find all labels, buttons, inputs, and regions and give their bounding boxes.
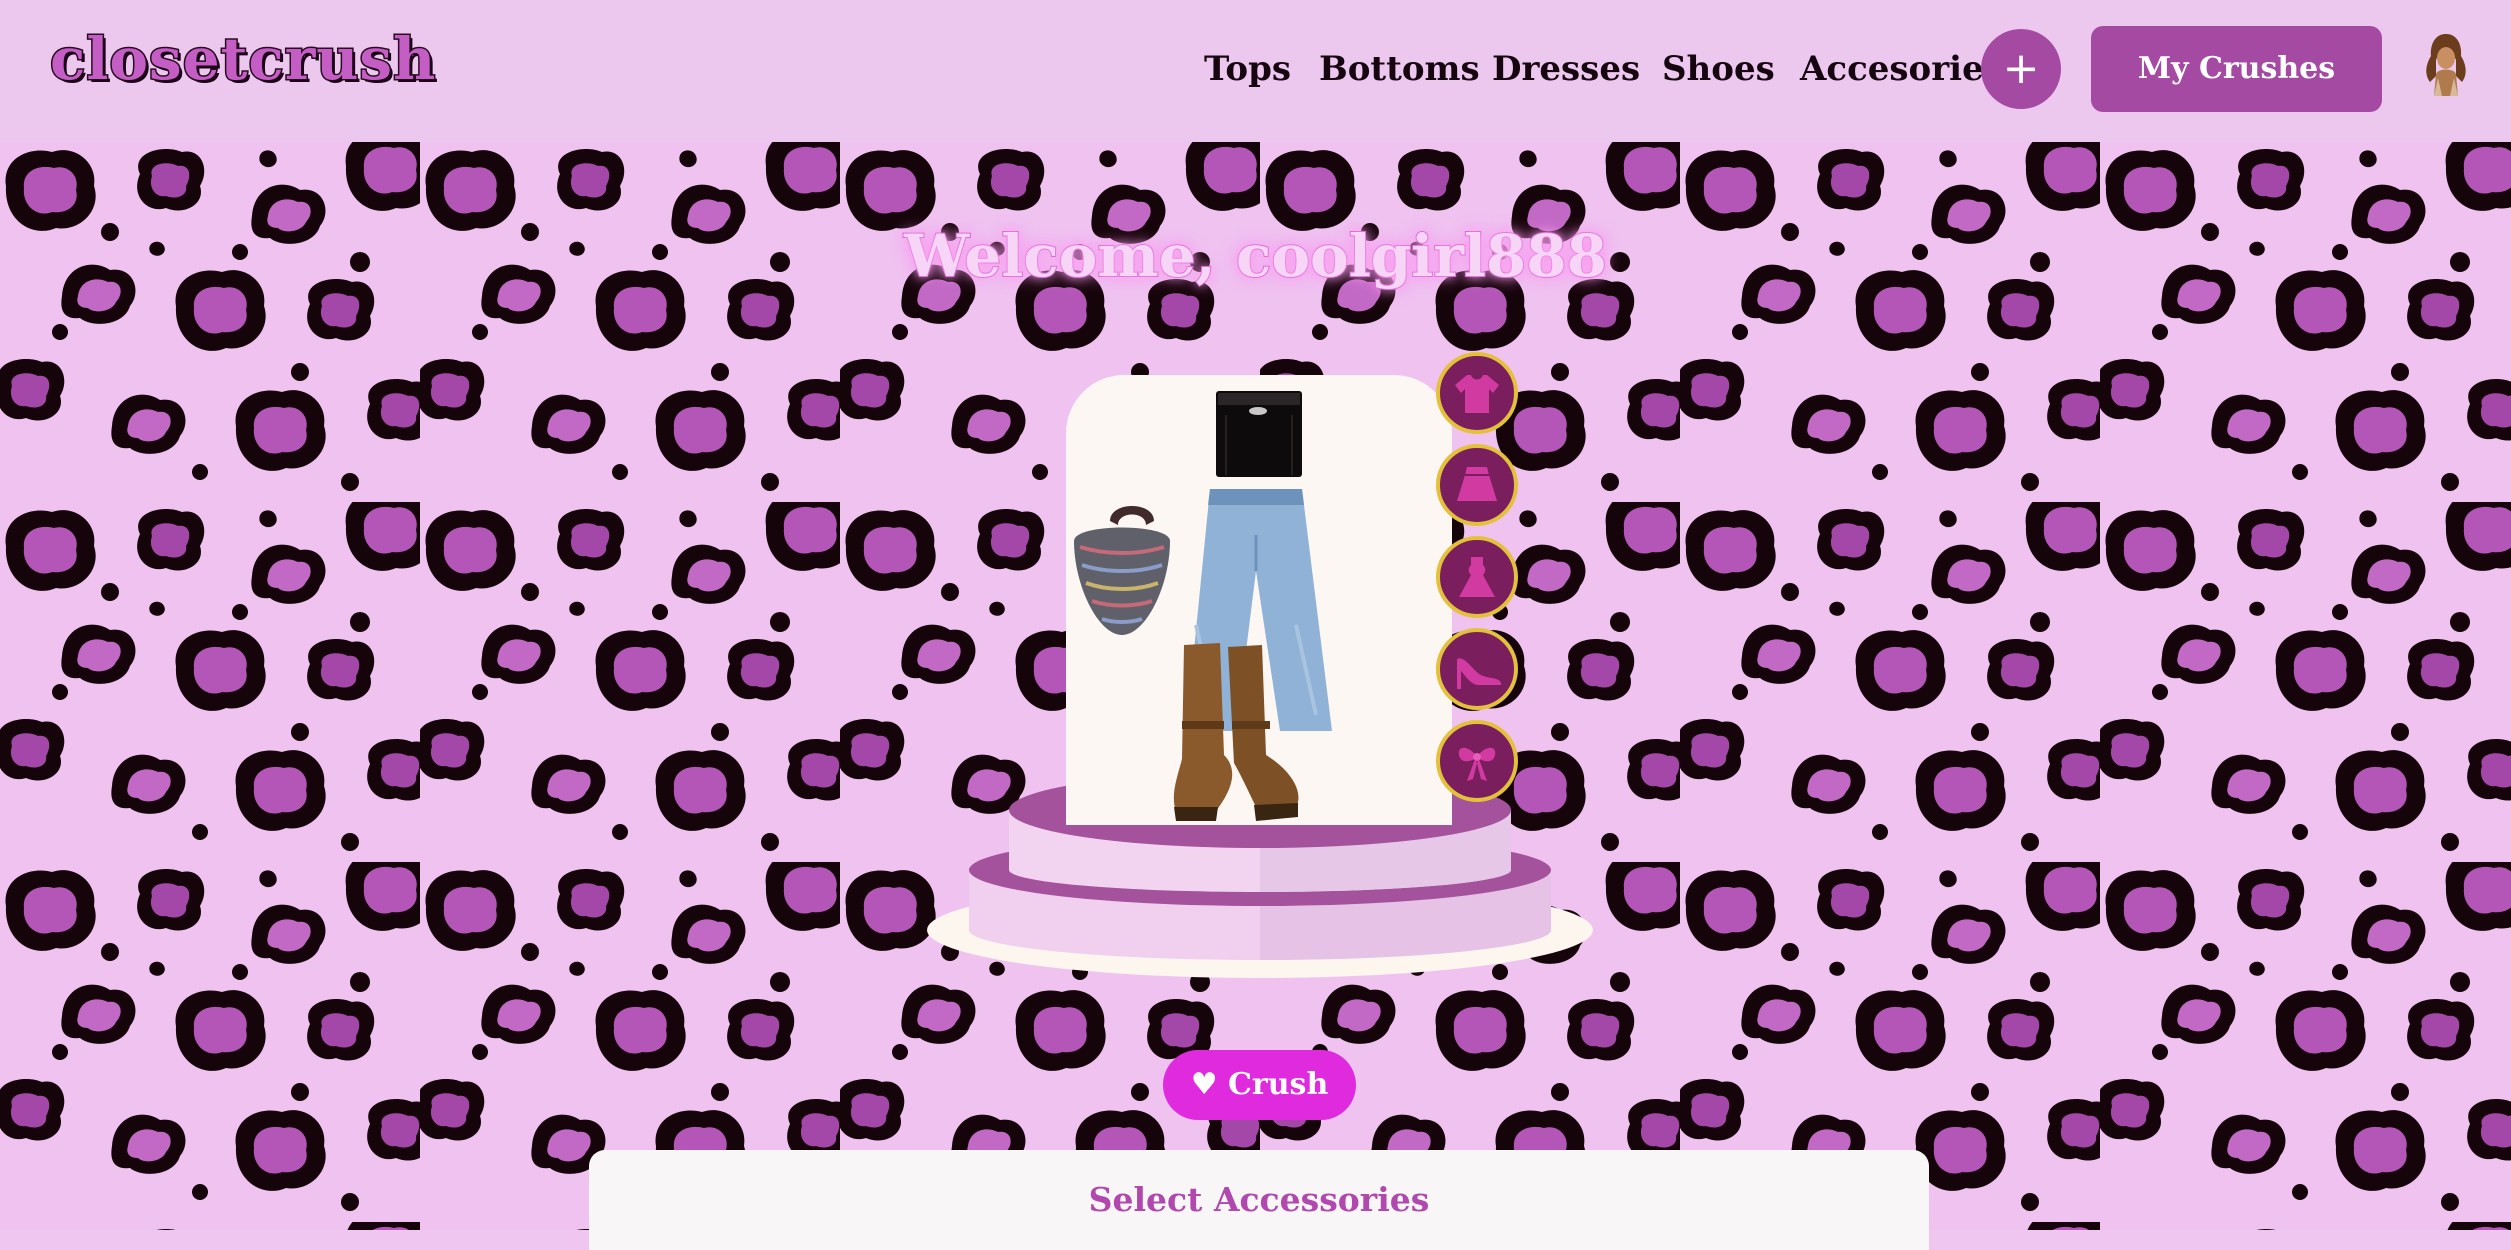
outfit-items [1074,391,1332,821]
category-accessories-button[interactable] [1436,720,1518,802]
site-logo[interactable]: closetcrush [48,29,436,90]
dresses-icon [1459,557,1495,597]
nav-tops[interactable]: Tops [1204,44,1291,94]
category-bottoms-button[interactable] [1436,444,1518,526]
my-crushes-button[interactable]: My Crushes [2091,26,2382,112]
nav-bottoms[interactable]: Bottoms [1319,44,1480,94]
welcome-heading: Welcome, coolgirl888 [903,221,1608,291]
category-shoes-button[interactable] [1436,628,1518,710]
nav-accessories[interactable]: Accesories [1800,44,2003,94]
selected-accessory-item[interactable] [1074,506,1170,635]
bottoms-icon [1457,467,1497,501]
category-dresses-button[interactable] [1436,536,1518,618]
accessories-selection-panel: Select Accessories [589,1150,1929,1250]
shoes-icon [1457,658,1501,689]
add-item-button[interactable]: + [1981,29,2061,109]
selected-top-item[interactable] [1216,391,1302,477]
nav-shoes[interactable]: Shoes [1662,44,1775,94]
tops-icon [1455,375,1499,413]
category-tops-button[interactable] [1436,352,1518,434]
user-avatar[interactable] [2412,30,2480,98]
top-navbar: closetcrush Tops Bottoms Dresses Shoes A… [0,0,2511,142]
accessories-icon [1458,747,1496,781]
nav-dresses[interactable]: Dresses [1492,44,1640,94]
panel-title: Select Accessories [1088,1180,1430,1219]
crush-button[interactable]: ♥ Crush [1163,1050,1356,1120]
